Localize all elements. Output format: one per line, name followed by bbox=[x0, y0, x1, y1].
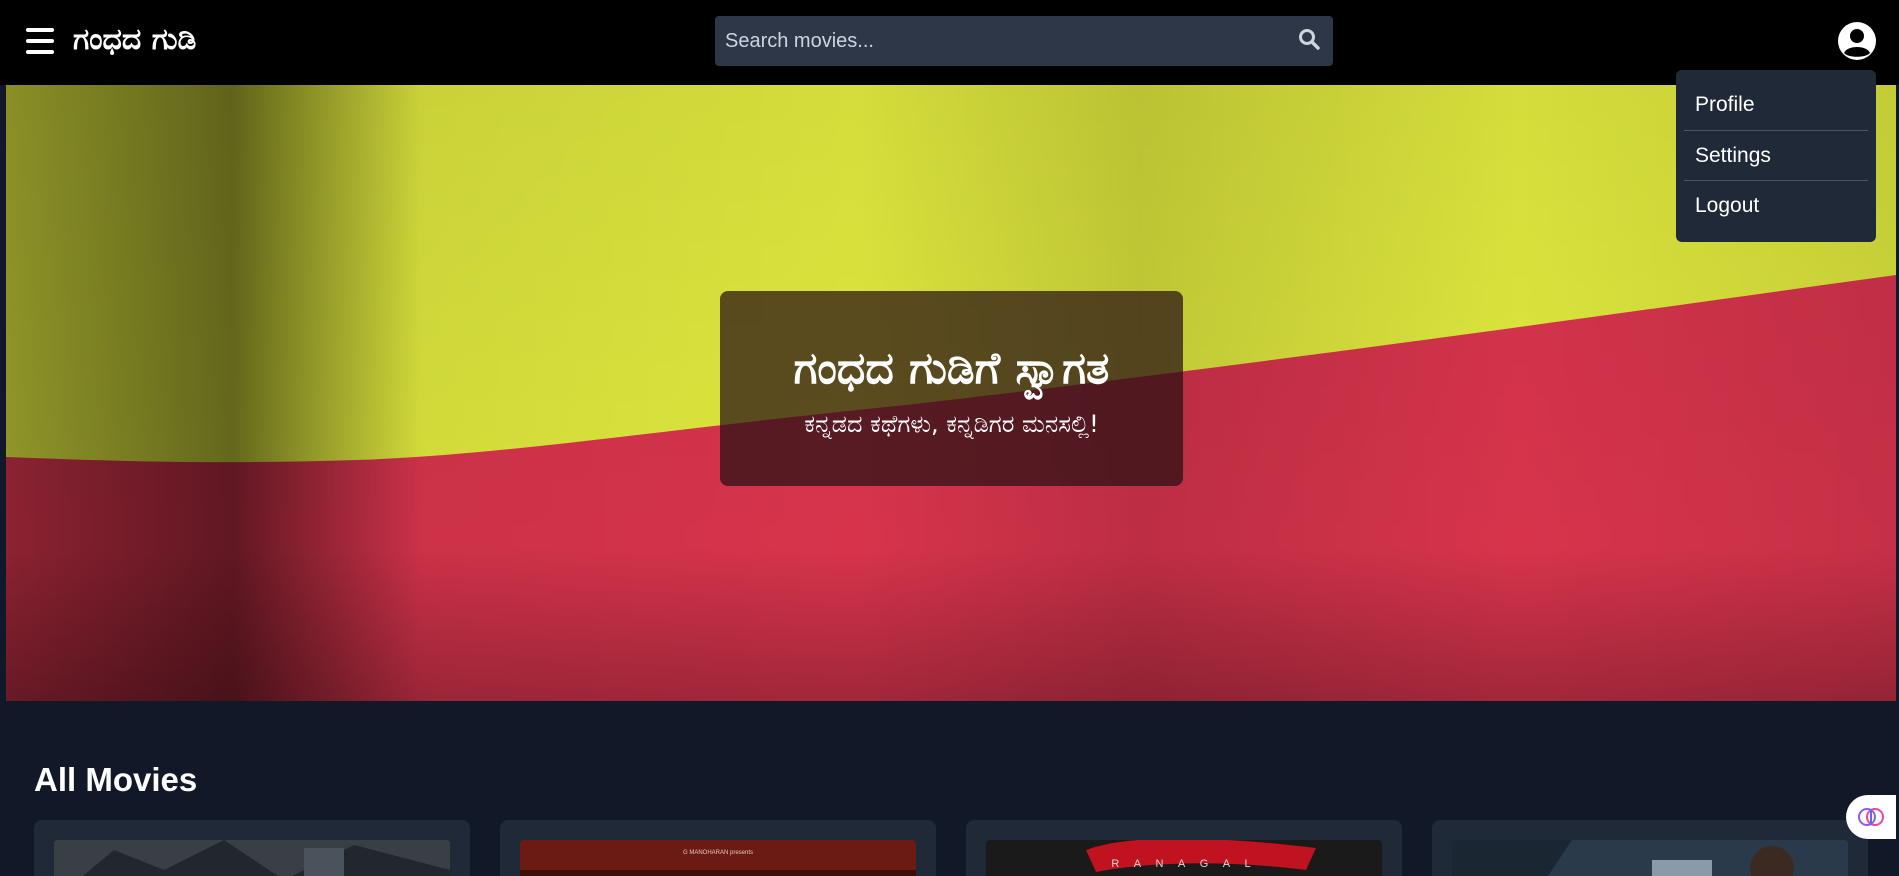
menu-item-settings[interactable]: Settings bbox=[1684, 130, 1868, 180]
hamburger-menu-icon[interactable] bbox=[26, 28, 54, 54]
menu-item-profile[interactable]: Profile bbox=[1684, 80, 1868, 130]
movie-card[interactable]: R A N A G A L bbox=[966, 820, 1402, 876]
user-avatar-icon[interactable] bbox=[1838, 22, 1876, 60]
search-icon[interactable] bbox=[1297, 27, 1321, 51]
hero-subtitle: ಕನ್ನಡದ ಕಥೆಗಳು, ಕನ್ನಡಿಗರ ಮನಸಲ್ಲಿ! bbox=[804, 410, 1099, 438]
poster-caption: R A N A G A L bbox=[1111, 858, 1256, 870]
search-input[interactable] bbox=[715, 16, 1275, 66]
movie-card[interactable] bbox=[1432, 820, 1868, 876]
site-brand[interactable]: ಗಂಧದ ಗುಡಿ bbox=[73, 20, 196, 60]
poster-caption: G MANOHARAN presents bbox=[683, 850, 753, 856]
brain-icon bbox=[1858, 808, 1884, 826]
welcome-card: ಗಂಧದ ಗುಡಿಗೆ ಸ್ವಾಗತ ಕನ್ನಡದ ಕಥೆಗಳು, ಕನ್ನಡಿ… bbox=[720, 291, 1183, 486]
section-title-all-movies: All Movies bbox=[34, 761, 198, 798]
hero-title: ಗಂಧದ ಗುಡಿಗೆ ಸ್ವಾಗತ bbox=[793, 343, 1110, 394]
search-bar bbox=[715, 16, 1333, 66]
poster-action-icon bbox=[54, 840, 450, 876]
top-navbar: ಗಂಧದ ಗುಡಿ bbox=[0, 0, 1899, 85]
menu-item-logout[interactable]: Logout bbox=[1684, 180, 1868, 230]
poster-red-icon: G MANOHARAN presents bbox=[520, 840, 916, 876]
poster-hero-icon bbox=[1452, 840, 1848, 876]
user-dropdown-menu: Profile Settings Logout bbox=[1676, 70, 1876, 242]
movie-card[interactable] bbox=[34, 820, 470, 876]
movie-card[interactable]: G MANOHARAN presents bbox=[500, 820, 936, 876]
assistant-button[interactable] bbox=[1846, 795, 1896, 839]
hero-banner: ಗಂಧದ ಗುಡಿಗೆ ಸ್ವಾಗತ ಕನ್ನಡದ ಕಥೆಗಳು, ಕನ್ನಡಿ… bbox=[6, 85, 1896, 701]
poster-ranagal-icon: R A N A G A L bbox=[986, 840, 1382, 876]
